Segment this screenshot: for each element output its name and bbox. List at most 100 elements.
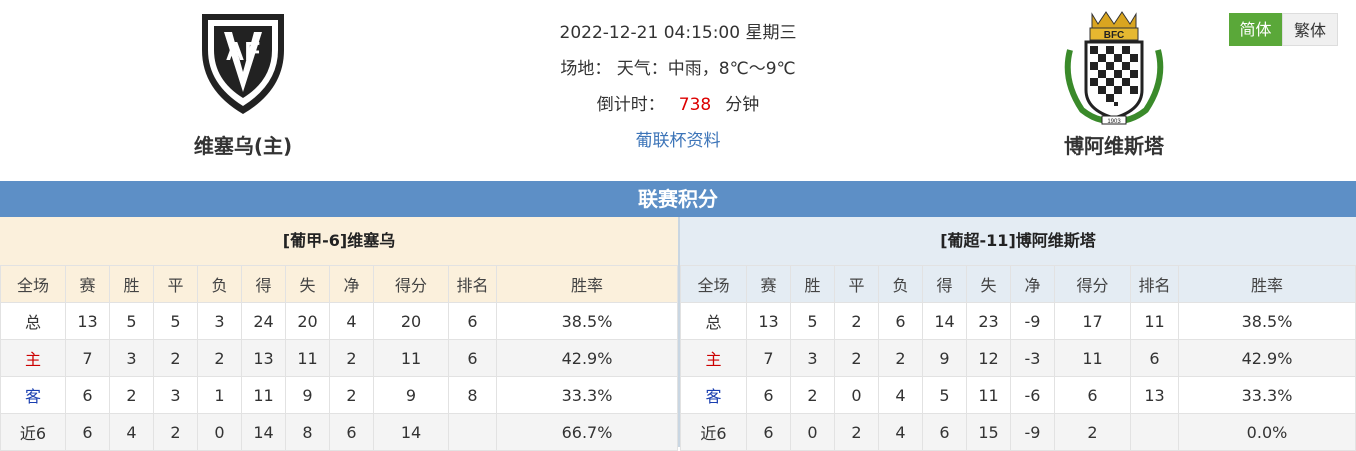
table-cell: 近6	[0, 413, 66, 451]
away-logo-text: BFC	[1104, 30, 1125, 41]
table-cell	[1130, 413, 1179, 451]
table-cell: 38.5%	[1178, 302, 1356, 340]
away-team-logo: BFC 1903	[1064, 11, 1164, 125]
table-cell: 14	[922, 302, 967, 340]
table-cell: 2	[197, 339, 242, 377]
home-standings-table: 全场赛胜平负得失净得分 排名 胜率总 13 5 5 3 24 20 4 20 6 38.5% 主 7 3 2 2 1…	[0, 265, 678, 451]
table-cell: 24	[241, 302, 286, 340]
column-header: 负	[197, 265, 242, 303]
home-standings-title: [葡甲-6]维塞乌	[0, 217, 678, 265]
column-header: 平	[153, 265, 198, 303]
table-cell: 6	[746, 376, 791, 414]
table-cell: 4	[109, 413, 154, 451]
table-cell: 4	[878, 413, 923, 451]
column-header: 净	[329, 265, 374, 303]
table-cell: 13	[65, 302, 110, 340]
table-cell: 11	[285, 339, 330, 377]
home-team-logo: AF	[202, 14, 284, 114]
table-cell: 7	[65, 339, 110, 377]
table-cell: -3	[1010, 339, 1055, 377]
table-cell: -9	[1010, 413, 1055, 451]
countdown-label: 倒计时：	[596, 95, 665, 115]
table-cell: 9	[922, 339, 967, 377]
table-cell: 5	[109, 302, 154, 340]
table-cell: 42.9%	[496, 339, 678, 377]
column-header: 净	[1010, 265, 1055, 303]
table-cell: 3	[197, 302, 242, 340]
table-cell: 2	[834, 413, 879, 451]
table-cell: 11	[241, 376, 286, 414]
match-header: AF 维塞乌(主) BFC 1903 博阿维斯塔 2022-12-21 04:1…	[0, 0, 1356, 181]
table-cell: 9	[373, 376, 449, 414]
table-row: 总 13 5 2 6 14 23 -9 17 11 38.5%	[680, 302, 1356, 340]
table-cell: 2	[790, 376, 835, 414]
home-team-name[interactable]: 维塞乌(主)	[143, 130, 343, 159]
table-cell: 11	[1054, 339, 1131, 377]
column-header: 得	[922, 265, 967, 303]
table-cell: 5	[922, 376, 967, 414]
table-cell: 主	[0, 339, 66, 377]
league-link-row: 葡联杯资料	[478, 126, 878, 151]
table-cell: 20	[285, 302, 330, 340]
table-cell: 38.5%	[496, 302, 678, 340]
table-row: 客 6 2 3 1 11 9 2 9 8 33.3%	[0, 376, 678, 414]
language-switch: 简体 繁体	[1229, 13, 1338, 46]
table-cell: 42.9%	[1178, 339, 1356, 377]
table-cell: 2	[153, 413, 198, 451]
table-cell: 0	[834, 376, 879, 414]
table-cell: 6	[65, 413, 110, 451]
column-header: 胜率	[1178, 265, 1356, 303]
table-cell: 客	[680, 376, 747, 414]
column-header: 排名	[1130, 265, 1179, 303]
column-header: 得	[241, 265, 286, 303]
column-header: 平	[834, 265, 879, 303]
away-logo-year: 1903	[1107, 119, 1121, 125]
table-cell: 2	[329, 376, 374, 414]
table-cell: 2	[109, 376, 154, 414]
table-cell: 2	[878, 339, 923, 377]
table-cell: 8	[448, 376, 497, 414]
lang-traditional-button[interactable]: 繁体	[1282, 13, 1338, 46]
countdown: 倒计时： 738 分钟	[478, 90, 878, 115]
table-cell: 2	[329, 339, 374, 377]
table-cell: 15	[966, 413, 1011, 451]
league-info-link[interactable]: 葡联杯资料	[636, 131, 721, 151]
venue-weather: 场地： 天气：中雨，8℃～9℃	[478, 54, 878, 79]
table-cell: 14	[241, 413, 286, 451]
table-cell: 主	[680, 339, 747, 377]
table-cell: 6	[746, 413, 791, 451]
table-cell: 6	[448, 302, 497, 340]
table-cell: 5	[153, 302, 198, 340]
column-header: 赛	[65, 265, 110, 303]
column-header: 失	[966, 265, 1011, 303]
home-standings-panel: [葡甲-6]维塞乌 全场赛胜平负得失净得分 排名 胜率总 13 5 5 3 24 20 4 20 6 3…	[0, 217, 678, 451]
column-header: 负	[878, 265, 923, 303]
table-cell: 9	[285, 376, 330, 414]
table-cell: 33.3%	[496, 376, 678, 414]
table-cell: 2	[153, 339, 198, 377]
table-cell: 2	[1054, 413, 1131, 451]
table-cell: 6	[922, 413, 967, 451]
table-cell: 14	[373, 413, 449, 451]
countdown-value: 738	[678, 95, 712, 115]
column-header: 得分	[373, 265, 449, 303]
table-cell: 0	[197, 413, 242, 451]
table-cell: 13	[241, 339, 286, 377]
table-cell: 11	[1130, 302, 1179, 340]
table-cell: 33.3%	[1178, 376, 1356, 414]
table-cell: 12	[966, 339, 1011, 377]
table-cell: 66.7%	[496, 413, 678, 451]
table-cell: 6	[65, 376, 110, 414]
column-header: 赛	[746, 265, 791, 303]
match-datetime: 2022-12-21 04:15:00 星期三	[559, 23, 797, 43]
table-cell: 11	[966, 376, 1011, 414]
table-cell	[448, 413, 497, 451]
table-cell: -9	[1010, 302, 1055, 340]
away-team-name[interactable]: 博阿维斯塔	[1014, 130, 1214, 159]
lang-simplified-button[interactable]: 简体	[1229, 13, 1282, 46]
table-cell: 客	[0, 376, 66, 414]
away-standings-panel: [葡超-11]博阿维斯塔 全场赛胜平负得失净得分 排名 胜率总 13 5 2 6 14 23 -9…	[680, 217, 1356, 451]
table-cell: 4	[878, 376, 923, 414]
table-row: 近6 6 4 2 0 14 8 6 14 66.7%	[0, 413, 678, 451]
away-standings-title: [葡超-11]博阿维斯塔	[680, 217, 1356, 265]
